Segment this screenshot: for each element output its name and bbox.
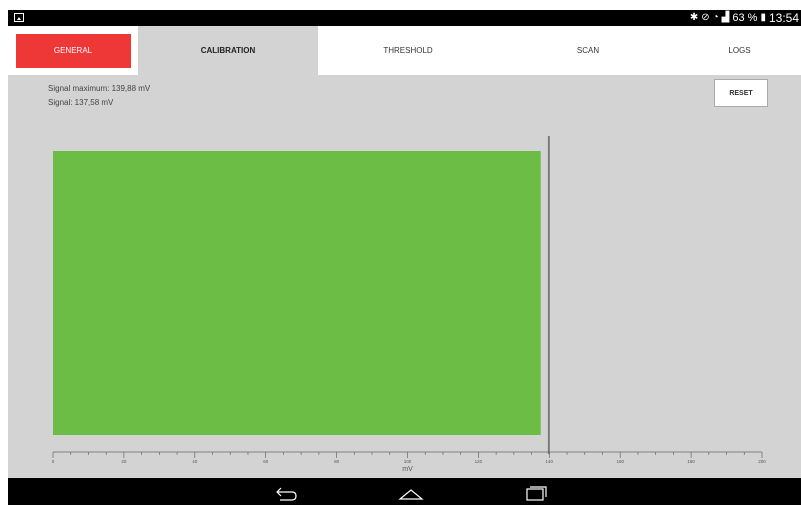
x-tick-label: 180: [687, 459, 695, 464]
app-content: GENERAL CALIBRATION THRESHOLD SCAN LOGS …: [8, 26, 801, 478]
signal-icon: ▟: [721, 12, 730, 23]
bluetooth-icon: ✱: [689, 12, 699, 23]
navigation-bar: [8, 478, 801, 505]
mute-icon: ⊘: [701, 12, 710, 23]
status-icons: ✱ ⊘ ◔ ▟ 63 % ▮ 13:54: [690, 10, 799, 26]
x-tick-label: 160: [616, 459, 624, 464]
x-tick-label: 80: [334, 459, 340, 464]
image-icon: [14, 13, 24, 22]
battery-percent: 63 %: [732, 12, 758, 24]
signal-chart: 0 20 40 60 80 100 120 140 160 180 200 mV: [52, 136, 766, 473]
home-icon[interactable]: [396, 482, 426, 502]
x-tick-label: 20: [121, 459, 127, 464]
clock: 13:54: [768, 11, 799, 25]
x-tick-label: 100: [404, 459, 412, 464]
recent-apps-icon[interactable]: [520, 482, 550, 502]
back-icon[interactable]: [270, 482, 300, 502]
wifi-icon: ◔: [712, 12, 719, 23]
battery-icon: ▮: [760, 12, 766, 23]
x-axis-label: mV: [402, 466, 413, 473]
x-axis-ticks: 0 20 40 60 80 100 120 140 160 180 200: [52, 452, 766, 464]
x-tick-label: 0: [52, 459, 55, 464]
status-bar: ✱ ⊘ ◔ ▟ 63 % ▮ 13:54: [8, 10, 801, 26]
x-tick-label: 200: [758, 459, 766, 464]
x-tick-label: 60: [263, 459, 269, 464]
signal-bar: [53, 151, 541, 435]
x-tick-label: 140: [546, 459, 554, 464]
x-tick-label: 120: [475, 459, 483, 464]
x-tick-label: 40: [192, 459, 198, 464]
